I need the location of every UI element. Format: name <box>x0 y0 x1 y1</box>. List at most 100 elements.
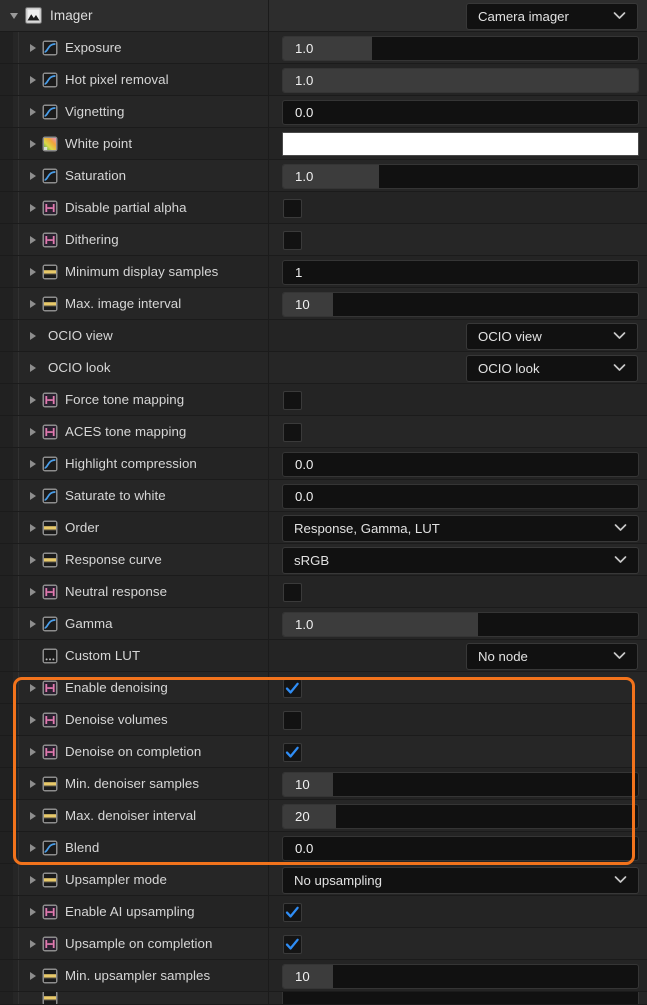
numeric-slider-exposure[interactable]: 1.0 <box>282 36 639 61</box>
imager-panel-header[interactable]: Imager Camera imager <box>0 0 647 32</box>
property-row-white-point[interactable]: White point <box>0 128 647 160</box>
expand-toggle-upsampler-mode[interactable] <box>25 864 41 895</box>
property-row-max-image-interval[interactable]: Max. image interval 10 <box>0 288 647 320</box>
expand-toggle-exposure[interactable] <box>25 32 41 63</box>
expand-toggle-saturate-to-white[interactable] <box>25 480 41 511</box>
numeric-slider-partial[interactable] <box>282 992 639 1004</box>
property-row-dithering[interactable]: Dithering <box>0 224 647 256</box>
expand-toggle-enable-denoising[interactable] <box>25 672 41 703</box>
property-row-aces-tone-mapping[interactable]: ACES tone mapping <box>0 416 647 448</box>
numeric-slider-minimum-display-samples[interactable]: 1 <box>282 260 639 285</box>
integer-icon <box>42 520 58 536</box>
expand-toggle-highlight-compression[interactable] <box>25 448 41 479</box>
expand-toggle-disable-partial-alpha[interactable] <box>25 192 41 223</box>
expand-toggle-min-denoiser-samples[interactable] <box>25 768 41 799</box>
expand-toggle-force-tone-mapping[interactable] <box>25 384 41 415</box>
property-value-cell: 20 <box>268 800 647 831</box>
property-row-denoise-volumes[interactable]: Denoise volumes <box>0 704 647 736</box>
property-row-neutral-response[interactable]: Neutral response <box>0 576 647 608</box>
property-row-response-curve[interactable]: Response curve sRGB <box>0 544 647 576</box>
expand-toggle-order[interactable] <box>25 512 41 543</box>
collapse-toggle-imager[interactable] <box>7 0 21 31</box>
numeric-slider-highlight-compression[interactable]: 0.0 <box>282 452 639 477</box>
expand-toggle-min-upsampler-samples[interactable] <box>25 960 41 991</box>
property-row-vignetting[interactable]: Vignetting 0.0 <box>0 96 647 128</box>
expand-toggle-neutral-response[interactable] <box>25 576 41 607</box>
expand-toggle-white-point[interactable] <box>25 128 41 159</box>
checkbox-disable-partial-alpha[interactable] <box>283 199 302 218</box>
property-row-upsample-on-completion[interactable]: Upsample on completion <box>0 928 647 960</box>
checkbox-force-tone-mapping[interactable] <box>283 391 302 410</box>
property-row-enable-denoising[interactable]: Enable denoising <box>0 672 647 704</box>
expand-toggle-upsample-on-completion[interactable] <box>25 928 41 959</box>
checkbox-neutral-response[interactable] <box>283 583 302 602</box>
checkbox-aces-tone-mapping[interactable] <box>283 423 302 442</box>
property-row-highlight-compression[interactable]: Highlight compression 0.0 <box>0 448 647 480</box>
property-row-exposure[interactable]: Exposure 1.0 <box>0 32 647 64</box>
checkbox-denoise-on-completion[interactable] <box>283 743 302 762</box>
property-row-minimum-display-samples[interactable]: Minimum display samples 1 <box>0 256 647 288</box>
property-row-custom-lut[interactable]: Custom LUT No node <box>0 640 647 672</box>
numeric-slider-max-denoiser-interval[interactable]: 20 <box>282 804 639 829</box>
property-row-ocio-view[interactable]: OCIO view OCIO view <box>0 320 647 352</box>
property-row-saturation[interactable]: Saturation 1.0 <box>0 160 647 192</box>
property-row-gamma[interactable]: Gamma 1.0 <box>0 608 647 640</box>
expand-toggle-ocio-look[interactable] <box>25 352 41 383</box>
numeric-slider-vignetting[interactable]: 0.0 <box>282 100 639 125</box>
numeric-slider-min-denoiser-samples[interactable]: 10 <box>282 772 639 797</box>
expand-toggle-hot-pixel-removal[interactable] <box>25 64 41 95</box>
numeric-slider-blend[interactable]: 0.0 <box>282 836 639 861</box>
checkbox-dithering[interactable] <box>283 231 302 250</box>
expand-toggle-denoise-on-completion[interactable] <box>25 736 41 767</box>
expand-toggle-enable-ai-upsampling[interactable] <box>25 896 41 927</box>
expand-toggle-response-curve[interactable] <box>25 544 41 575</box>
property-row-ocio-look[interactable]: OCIO look OCIO look <box>0 352 647 384</box>
expand-toggle-saturation[interactable] <box>25 160 41 191</box>
dropdown-upsampler-mode[interactable]: No upsampling <box>282 867 639 894</box>
checkbox-upsample-on-completion[interactable] <box>283 935 302 954</box>
dropdown-custom-lut[interactable]: No node <box>466 643 638 670</box>
property-row-hot-pixel-removal[interactable]: Hot pixel removal 1.0 <box>0 64 647 96</box>
expand-toggle-aces-tone-mapping[interactable] <box>25 416 41 447</box>
expand-toggle-max-denoiser-interval[interactable] <box>25 800 41 831</box>
numeric-slider-hot-pixel-removal[interactable]: 1.0 <box>282 68 639 93</box>
property-row-upsampler-mode[interactable]: Upsampler mode No upsampling <box>0 864 647 896</box>
property-row-saturate-to-white[interactable]: Saturate to white 0.0 <box>0 480 647 512</box>
expand-toggle-vignetting[interactable] <box>25 96 41 127</box>
numeric-slider-saturate-to-white[interactable]: 0.0 <box>282 484 639 509</box>
expand-toggle-max-image-interval[interactable] <box>25 288 41 319</box>
property-name-cell: Upsampler mode <box>0 864 268 895</box>
property-row-min-upsampler-samples[interactable]: Min. upsampler samples 10 <box>0 960 647 992</box>
color-swatch-white-point[interactable] <box>282 132 639 156</box>
property-row-min-denoiser-samples[interactable]: Min. denoiser samples 10 <box>0 768 647 800</box>
numeric-slider-min-upsampler-samples[interactable]: 10 <box>282 964 639 989</box>
expand-toggle-dithering[interactable] <box>25 224 41 255</box>
expand-toggle-gamma[interactable] <box>25 608 41 639</box>
numeric-slider-saturation[interactable]: 1.0 <box>282 164 639 189</box>
property-row-blend[interactable]: Blend 0.0 <box>0 832 647 864</box>
checkbox-enable-denoising[interactable] <box>283 679 302 698</box>
numeric-value: 1.0 <box>295 41 314 56</box>
numeric-slider-max-image-interval[interactable]: 10 <box>282 292 639 317</box>
expand-toggle-denoise-volumes[interactable] <box>25 704 41 735</box>
property-row-partial[interactable] <box>0 992 647 1005</box>
expand-toggle-blend[interactable] <box>25 832 41 863</box>
property-row-order[interactable]: Order Response, Gamma, LUT <box>0 512 647 544</box>
checkbox-enable-ai-upsampling[interactable] <box>283 903 302 922</box>
imager-type-dropdown[interactable]: Camera imager <box>466 3 638 30</box>
dropdown-order[interactable]: Response, Gamma, LUT <box>282 515 639 542</box>
property-row-force-tone-mapping[interactable]: Force tone mapping <box>0 384 647 416</box>
expand-toggle-ocio-view[interactable] <box>25 320 41 351</box>
dropdown-response-curve[interactable]: sRGB <box>282 547 639 574</box>
property-name-cell: Enable AI upsampling <box>0 896 268 927</box>
property-name-cell: OCIO view <box>0 320 268 351</box>
property-row-max-denoiser-interval[interactable]: Max. denoiser interval 20 <box>0 800 647 832</box>
dropdown-ocio-look[interactable]: OCIO look <box>466 355 638 382</box>
property-row-denoise-on-completion[interactable]: Denoise on completion <box>0 736 647 768</box>
checkbox-denoise-volumes[interactable] <box>283 711 302 730</box>
dropdown-ocio-view[interactable]: OCIO view <box>466 323 638 350</box>
expand-toggle-minimum-display-samples[interactable] <box>25 256 41 287</box>
property-row-disable-partial-alpha[interactable]: Disable partial alpha <box>0 192 647 224</box>
property-row-enable-ai-upsampling[interactable]: Enable AI upsampling <box>0 896 647 928</box>
numeric-slider-gamma[interactable]: 1.0 <box>282 612 639 637</box>
